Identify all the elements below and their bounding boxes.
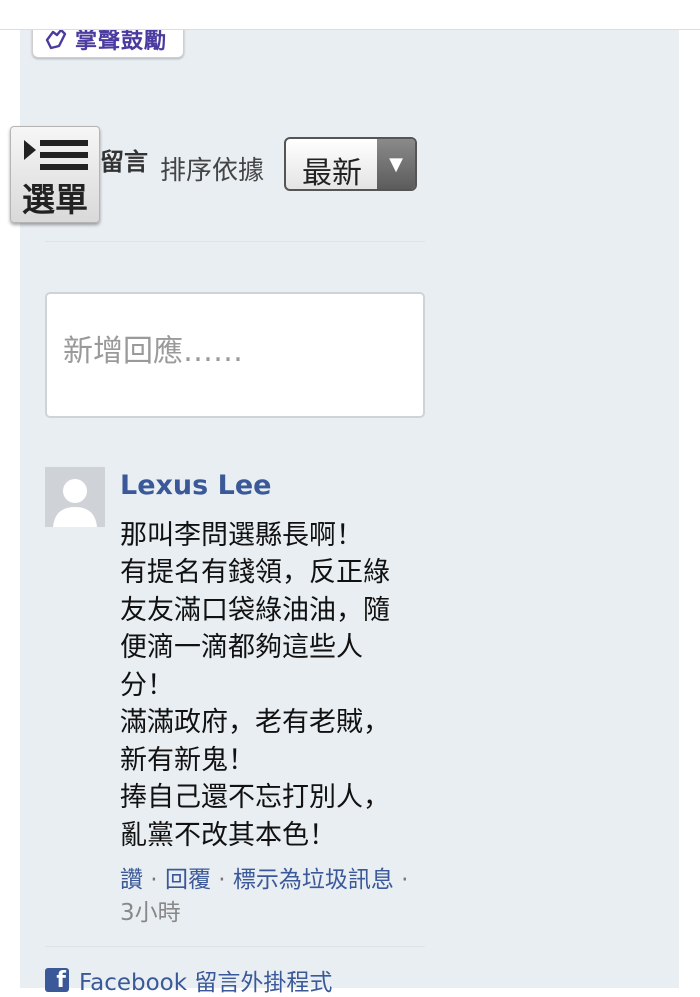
comment-text-line: 亂黨不改其本色！	[120, 820, 336, 851]
facebook-icon: f	[45, 968, 69, 992]
menu-button-label: 選單	[22, 180, 88, 219]
comment-text-line: 捧自己還不忘打別人，	[120, 782, 390, 813]
comment-text-line: 分！	[120, 670, 174, 701]
facebook-plugin-footer[interactable]: f Facebook 留言外掛程式	[45, 963, 332, 997]
divider	[45, 241, 425, 242]
top-bar	[0, 0, 700, 30]
action-separator: ·	[393, 867, 409, 893]
action-separator: ·	[143, 867, 165, 893]
comment-actions: 讚 · 回覆 · 標示為垃圾訊息 ·	[120, 860, 409, 894]
comment-text-line: 那叫李問選縣長啊！	[120, 520, 363, 551]
reply-input-placeholder: 新增回應……	[63, 334, 243, 369]
comment-text-line: 友友滿口袋綠油油，隨	[120, 595, 390, 626]
sort-order-value: 最新	[302, 156, 362, 191]
comment-text-line: 滿滿政府，老有老賊，	[120, 707, 390, 738]
comment-text-line: 新有新鬼！	[120, 745, 255, 776]
user-silhouette-icon	[45, 467, 105, 527]
dropdown-arrow-icon: ▼	[377, 139, 415, 189]
sort-order-select[interactable]: 最新 ▼	[284, 137, 417, 191]
reply-input[interactable]: 新增回應……	[45, 292, 425, 418]
menu-button[interactable]: 選單	[10, 126, 100, 223]
mark-as-spam-link[interactable]: 標示為垃圾訊息	[233, 867, 394, 893]
like-link[interactable]: 讚	[120, 867, 143, 893]
comment-author[interactable]: Lexus Lee	[120, 470, 271, 501]
avatar[interactable]	[45, 467, 105, 527]
divider	[45, 946, 425, 947]
comment-timestamp[interactable]: 3小時	[120, 893, 181, 927]
comments-title: 留言	[100, 148, 148, 176]
action-separator: ·	[210, 867, 233, 893]
reply-link[interactable]: 回覆	[165, 867, 211, 893]
comment-text-line: 便滴一滴都夠這些人	[120, 632, 363, 663]
sort-by-label: 排序依據	[160, 156, 265, 186]
facebook-plugin-label: Facebook 留言外掛程式	[79, 970, 333, 996]
comment-text-line: 有提名有錢領，反正綠	[120, 557, 390, 588]
